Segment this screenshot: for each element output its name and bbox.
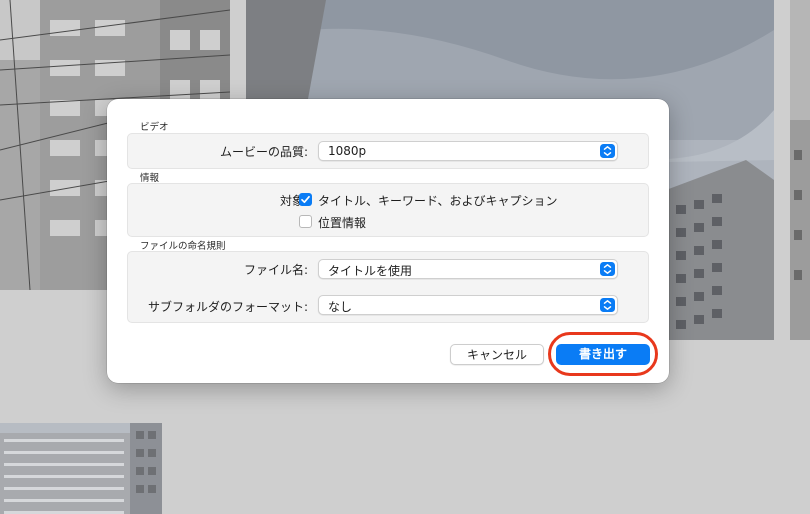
movie-quality-popup[interactable]: 1080p — [318, 141, 618, 161]
chevron-up-down-icon — [600, 144, 615, 158]
movie-quality-value: 1080p — [328, 144, 367, 158]
checkmark-icon — [301, 195, 310, 204]
filename-label: ファイル名: — [243, 263, 308, 277]
chevron-up-down-icon — [600, 262, 615, 276]
naming-group: ファイル名: タイトルを使用 サブフォルダのフォーマット: なし — [127, 251, 649, 323]
include-titles-checkbox[interactable] — [299, 193, 312, 206]
section-title-naming: ファイルの命名規則 — [140, 241, 226, 252]
photo-thumbnail[interactable] — [0, 423, 162, 514]
photo-thumbnail[interactable] — [790, 0, 810, 340]
info-group: 対象: タイトル、キーワード、およびキャプション 位置情報 — [127, 183, 649, 237]
video-group: ムービーの品質: 1080p — [127, 133, 649, 169]
filename-popup[interactable]: タイトルを使用 — [318, 259, 618, 279]
subfolder-format-popup[interactable]: なし — [318, 295, 618, 315]
cancel-button[interactable]: キャンセル — [450, 344, 544, 365]
chevron-up-down-icon — [600, 298, 615, 312]
include-titles-label[interactable]: タイトル、キーワード、およびキャプション — [318, 192, 558, 209]
filename-value: タイトルを使用 — [328, 264, 413, 278]
movie-quality-label: ムービーの品質: — [219, 145, 308, 159]
subfolder-format-value: なし — [328, 300, 353, 314]
subfolder-format-label: サブフォルダのフォーマット: — [147, 300, 308, 314]
include-location-label[interactable]: 位置情報 — [318, 214, 366, 231]
section-title-video: ビデオ — [140, 122, 169, 133]
section-title-info: 情報 — [140, 173, 160, 184]
include-location-checkbox[interactable] — [299, 215, 312, 228]
highlight-ring — [548, 332, 658, 376]
